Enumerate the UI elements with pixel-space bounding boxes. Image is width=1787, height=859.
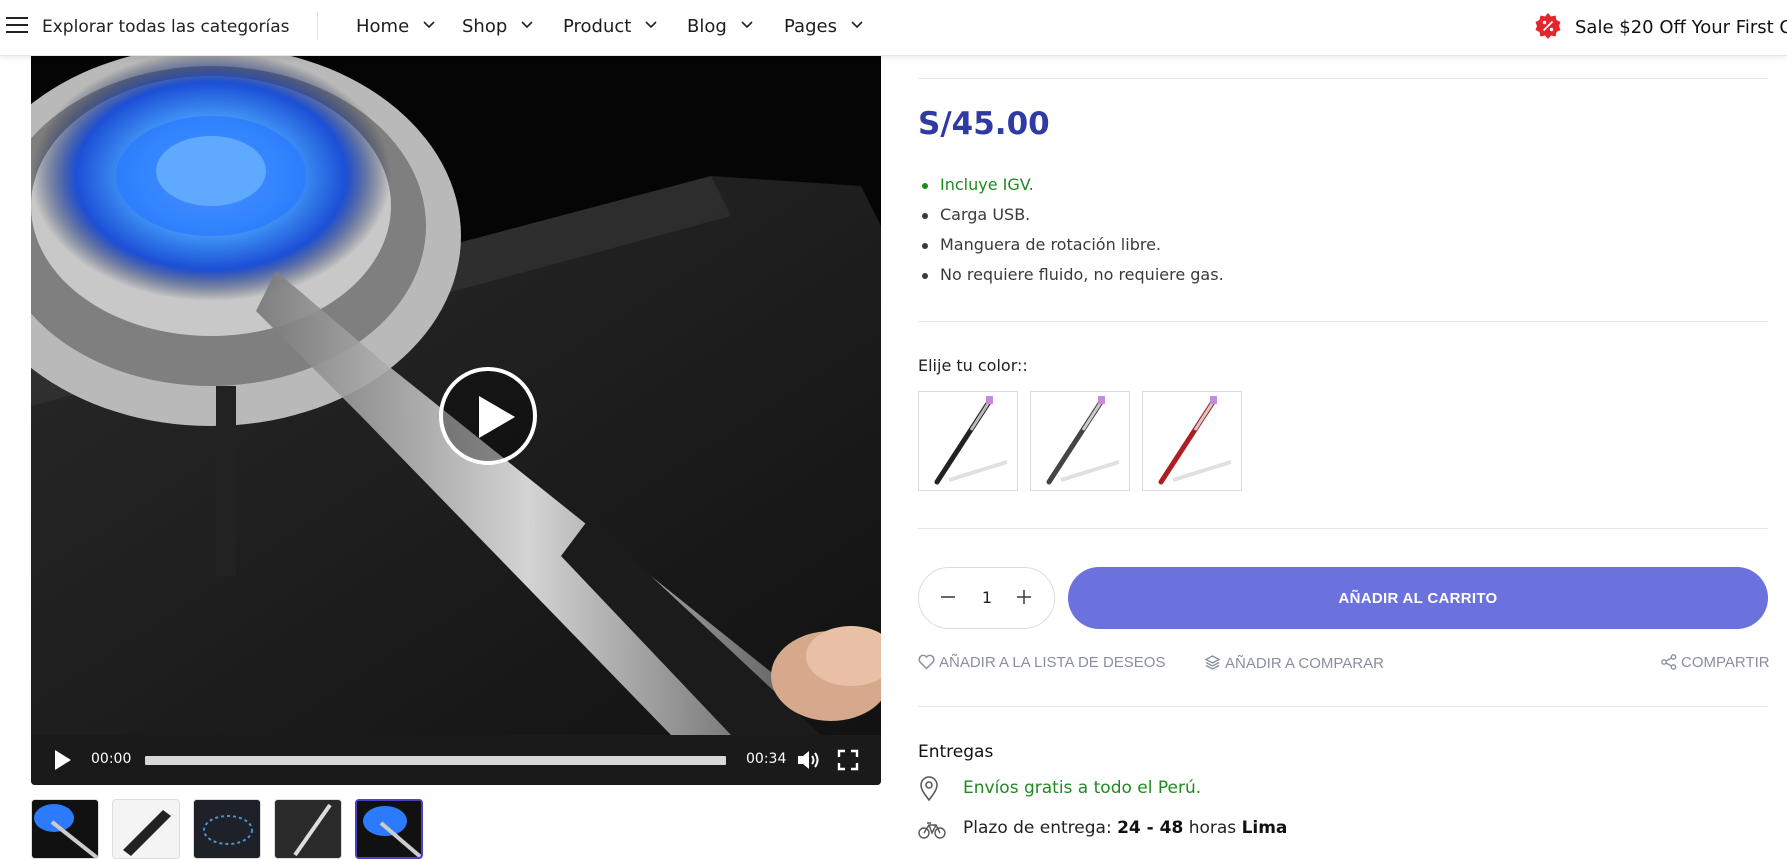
header-divider	[317, 12, 318, 40]
nav-home-label: Home	[356, 16, 410, 37]
thumbnail-3[interactable]	[193, 799, 261, 859]
divider	[918, 321, 1768, 322]
lighter-black-image	[934, 396, 1008, 485]
thumbnail-image	[357, 801, 421, 857]
feature-list: Incluye IGV. Carga USB. Manguera de rota…	[918, 174, 1224, 294]
menu-icon[interactable]	[6, 17, 28, 35]
chevron-down-icon	[645, 21, 657, 29]
nav-blog[interactable]: Blog	[687, 16, 753, 37]
deliveries-heading: Entregas	[918, 742, 994, 762]
lead-time-text: Plazo de entrega: 24 - 48 horas Lima	[963, 818, 1287, 838]
nav-shop-label: Shop	[462, 16, 508, 37]
share-label: COMPARTIR	[1681, 654, 1770, 671]
chevron-down-icon	[740, 21, 753, 29]
location-pin-icon	[920, 776, 938, 802]
quantity-stepper: 1	[918, 567, 1055, 629]
discount-badge-icon	[1535, 13, 1561, 39]
thumbnail-2[interactable]	[112, 799, 180, 859]
feature-item: Manguera de rotación libre.	[918, 234, 1224, 264]
feature-item: No requiere fluido, no requiere gas.	[918, 264, 1224, 294]
lighter-gray-image	[1046, 396, 1120, 485]
layers-icon	[1204, 655, 1221, 670]
quantity-value[interactable]: 1	[975, 588, 999, 607]
add-to-compare-link[interactable]: AÑADIR A COMPARAR	[1204, 654, 1384, 672]
share-link[interactable]: COMPARTIR	[1661, 654, 1770, 671]
nav-product[interactable]: Product	[563, 16, 657, 37]
thumbnail-5[interactable]	[355, 799, 423, 859]
duration-time: 00:34	[746, 751, 787, 767]
volume-icon[interactable]	[796, 749, 822, 771]
color-swatch-gray[interactable]	[1030, 391, 1130, 491]
chevron-down-icon	[521, 21, 533, 29]
divider	[918, 78, 1768, 79]
play-icon[interactable]	[55, 750, 71, 770]
big-play-button[interactable]	[439, 367, 537, 465]
color-swatch-red[interactable]	[1142, 391, 1242, 491]
divider	[918, 528, 1768, 529]
add-to-wishlist-link[interactable]: AÑADIR A LA LISTA DE DESEOS	[918, 654, 1165, 671]
current-time: 00:00	[91, 751, 132, 767]
share-icon	[1661, 654, 1677, 670]
color-swatch-black[interactable]	[918, 391, 1018, 491]
free-shipping-text: Envíos gratis a todo el Perú.	[963, 778, 1202, 798]
browse-categories-link[interactable]: Explorar todas las categorías	[42, 17, 290, 37]
top-header: Explorar todas las categorías Home Shop …	[0, 0, 1787, 56]
sale-announcement[interactable]: Sale $20 Off Your First Or	[1575, 17, 1787, 38]
wishlist-label: AÑADIR A LA LISTA DE DESEOS	[939, 654, 1166, 671]
video-progress-bar[interactable]	[145, 756, 726, 765]
plus-icon[interactable]	[1015, 588, 1033, 606]
feature-item: Carga USB.	[918, 204, 1224, 234]
color-selector-label: Elije tu color::	[918, 356, 1028, 375]
minus-icon[interactable]	[939, 588, 957, 606]
nav-product-label: Product	[563, 16, 632, 37]
thumbnail-image	[32, 800, 98, 858]
chevron-down-icon	[423, 21, 435, 29]
divider	[918, 706, 1768, 707]
chevron-down-icon	[851, 21, 863, 29]
thumbnail-image	[194, 800, 260, 858]
play-icon	[479, 396, 515, 438]
compare-label: AÑADIR A COMPARAR	[1225, 655, 1384, 672]
lead-time-range: 24 - 48	[1117, 818, 1184, 838]
fullscreen-icon[interactable]	[837, 749, 859, 771]
lead-time-city: Lima	[1241, 818, 1288, 838]
thumbnail-4[interactable]	[274, 799, 342, 859]
thumbnail-1[interactable]	[31, 799, 99, 859]
nav-blog-label: Blog	[687, 16, 727, 37]
add-to-cart-button[interactable]: AÑADIR AL CARRITO	[1068, 567, 1768, 629]
nav-shop[interactable]: Shop	[462, 16, 533, 37]
lighter-red-image	[1158, 396, 1232, 485]
thumbnail-image	[113, 800, 179, 858]
lead-time-unit: horas	[1183, 818, 1242, 838]
thumbnail-image	[275, 800, 341, 858]
video-controls: 00:00 00:34	[31, 735, 881, 785]
lead-time-prefix: Plazo de entrega:	[963, 818, 1118, 838]
nav-pages-label: Pages	[784, 16, 837, 37]
nav-pages[interactable]: Pages	[784, 16, 863, 37]
product-video-player[interactable]: 00:00 00:34	[31, 56, 881, 785]
feature-item: Incluye IGV.	[918, 174, 1224, 204]
product-price: S/45.00	[918, 106, 1050, 142]
bicycle-icon	[918, 822, 946, 839]
nav-home[interactable]: Home	[356, 16, 435, 37]
heart-icon	[918, 654, 935, 670]
